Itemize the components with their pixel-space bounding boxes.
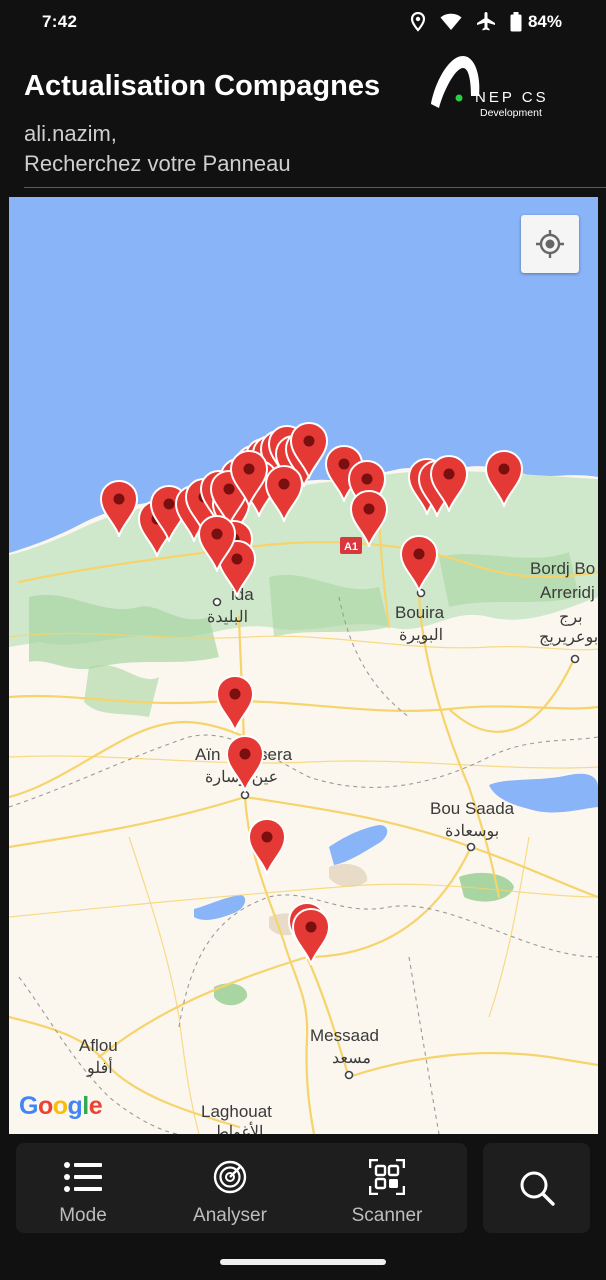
map-label-messaad-ar: مسعد [332,1050,371,1067]
map-label-bordj: Bordj Bo [530,559,596,578]
map-marker[interactable] [99,479,139,540]
nav-analyser-button[interactable]: Analyser [165,1143,295,1233]
map-marker[interactable] [229,449,269,510]
status-bar: 7:42 84% [0,0,606,48]
battery-percent: 84% [527,12,562,31]
header-divider [24,187,606,188]
map-marker[interactable] [264,464,304,525]
list-icon [64,1162,102,1192]
bottom-nav: Mode Analyser Scanner [16,1143,467,1233]
location-icon [410,12,426,32]
status-time: 7:42 [42,12,78,31]
map-marker[interactable] [225,734,265,795]
map-label-bordj-ar-2: بوعريريج [539,629,598,646]
page-title: Actualisation Compagnes [24,70,381,102]
my-location-button[interactable] [521,215,579,273]
radar-icon [213,1160,247,1194]
nav-mode-button[interactable]: Mode [18,1143,148,1233]
logo-brand: NEP CS [475,89,549,106]
map-label-aflou: Aflou [79,1036,118,1055]
map-label-bordj-2: Arreridj [540,583,595,602]
map-marker[interactable] [197,514,237,575]
map-label-messaad: Messaad [310,1026,379,1045]
my-location-icon [536,230,564,258]
map-label-bousaada: Bou Saada [430,799,515,818]
nav-mode-label: Mode [59,1205,107,1226]
wifi-icon [440,13,462,31]
map-marker[interactable] [484,449,524,510]
map-marker[interactable] [399,534,439,595]
battery-icon [510,12,522,32]
map-marker[interactable] [349,489,389,550]
search-hint: Recherchez votre Panneau [24,151,291,176]
logo-tagline: Development [480,107,542,119]
map-label-ain: Aïn [195,745,221,764]
map-marker[interactable] [429,454,469,515]
company-logo: NEP CS Development [427,52,587,122]
map-tiles: A1 [9,197,598,1134]
nav-analyser-label: Analyser [193,1205,267,1226]
map-label-laghouat: Laghouat [201,1102,272,1121]
search-button[interactable] [483,1143,590,1233]
nav-scanner-label: Scanner [351,1205,423,1226]
nav-scanner-button[interactable]: Scanner [322,1143,452,1233]
map-label-blida-ar: البليدة [207,609,249,626]
gesture-nav-bar[interactable] [220,1259,386,1265]
qr-scan-icon [369,1159,405,1195]
map-marker[interactable] [215,674,255,735]
map-label-aflou-ar: أفلو [87,1060,113,1077]
map-label-bordj-ar: برج [559,609,583,626]
user-name: ali.nazim, [24,121,117,146]
map-label-bousaada-ar: بوسعادة [445,823,500,840]
map-view[interactable]: A1 ida البليدة Bouira البويرة Bordj Bo A… [9,197,598,1134]
map-marker[interactable] [291,907,331,968]
airplane-icon [476,12,495,31]
google-logo: Google [19,1092,103,1120]
map-label-bouira-ar: البويرة [399,627,444,644]
map-marker[interactable] [247,817,287,878]
map-label-bouira: Bouira [395,603,445,622]
map-label-laghouat-ar: الأغواط [214,1124,264,1134]
search-icon [520,1171,555,1206]
